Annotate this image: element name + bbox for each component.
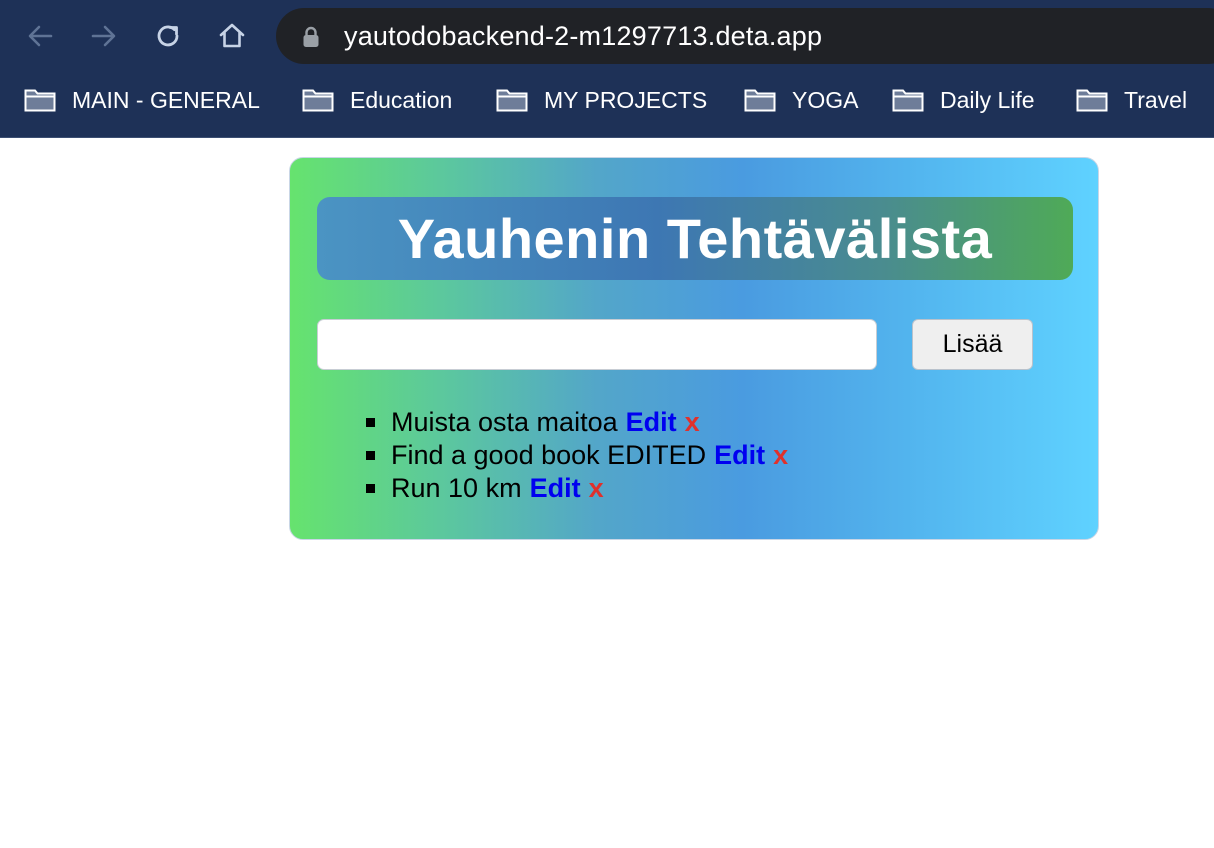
bookmark-main-general[interactable]: MAIN - GENERAL — [24, 80, 260, 120]
bullet-icon — [366, 451, 375, 460]
reload-button[interactable] — [146, 14, 190, 58]
bullet-icon — [366, 418, 375, 427]
lock-icon — [302, 26, 320, 53]
bookmark-label: Daily Life — [940, 86, 1035, 113]
folder-icon — [744, 89, 776, 112]
delete-link[interactable]: x — [685, 407, 700, 438]
back-button[interactable] — [18, 14, 62, 58]
todo-card: Yauhenin Tehtävälista Lisää Muista osta … — [289, 157, 1099, 540]
edit-link[interactable]: Edit — [626, 407, 677, 438]
todo-text: Find a good book EDITED — [391, 440, 707, 470]
todo-item: Muista osta maitoa Edit x — [366, 406, 788, 439]
reload-icon — [157, 25, 179, 47]
home-icon — [219, 23, 245, 48]
arrow-left-icon — [28, 25, 53, 47]
bookmark-label: Education — [350, 86, 453, 113]
folder-icon — [892, 89, 924, 112]
bookmark-travel[interactable]: Travel — [1076, 80, 1187, 120]
todo-item: Find a good book EDITED Edit x — [366, 439, 788, 472]
todo-item: Run 10 km Edit x — [366, 472, 788, 505]
folder-icon — [496, 89, 528, 112]
address-bar[interactable]: yautodobackend-2-m1297713.deta.app — [276, 8, 1214, 64]
url-text: yautodobackend-2-m1297713.deta.app — [344, 21, 823, 51]
bookmark-label: YOGA — [792, 86, 859, 113]
bookmark-label: MAIN - GENERAL — [72, 86, 260, 113]
edit-link[interactable]: Edit — [530, 473, 581, 504]
bookmarks-bar: MAIN - GENERAL Education MY PROJECTS YOG… — [0, 80, 1214, 124]
home-button[interactable] — [210, 14, 254, 58]
folder-icon — [24, 89, 56, 112]
new-todo-input[interactable] — [317, 319, 877, 370]
bookmark-label: Travel — [1124, 86, 1188, 113]
todo-list: Muista osta maitoa Edit x Find a good bo… — [366, 406, 788, 505]
todo-text: Run 10 km — [391, 473, 522, 503]
todo-text: Muista osta maitoa — [391, 407, 618, 437]
browser-chrome: yautodobackend-2-m1297713.deta.app MAIN … — [0, 0, 1214, 138]
folder-icon — [1076, 89, 1108, 112]
edit-link[interactable]: Edit — [714, 440, 765, 471]
bookmark-yoga[interactable]: YOGA — [744, 80, 858, 120]
arrow-right-icon — [91, 25, 116, 47]
bookmark-daily-life[interactable]: Daily Life — [892, 80, 1035, 120]
add-todo-button[interactable]: Lisää — [912, 319, 1033, 370]
delete-link[interactable]: x — [773, 440, 788, 471]
bookmark-education[interactable]: Education — [302, 80, 452, 120]
page-title: Yauhenin Tehtävälista — [397, 207, 993, 270]
bullet-icon — [366, 484, 375, 493]
forward-button[interactable] — [82, 14, 126, 58]
bookmark-label: MY PROJECTS — [544, 86, 708, 113]
title-banner: Yauhenin Tehtävälista — [317, 197, 1073, 280]
folder-icon — [302, 89, 334, 112]
bookmark-my-projects[interactable]: MY PROJECTS — [496, 80, 707, 120]
delete-link[interactable]: x — [589, 473, 604, 504]
